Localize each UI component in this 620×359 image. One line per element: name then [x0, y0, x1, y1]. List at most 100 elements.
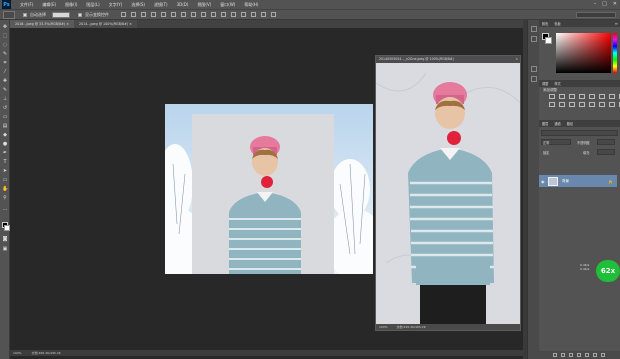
lasso-tool-icon[interactable]: ◌ [2, 42, 8, 48]
color-bg-swatch[interactable] [545, 37, 552, 44]
maximize-button[interactable]: □ [602, 1, 607, 7]
minimize-button[interactable]: – [594, 1, 597, 7]
new-adjustment-icon[interactable] [577, 353, 581, 357]
curves-icon[interactable] [569, 94, 575, 99]
3d-mode-icon[interactable] [251, 12, 256, 17]
distribute-top-icon[interactable] [181, 12, 186, 17]
panel-menu-icon[interactable]: ≡ [615, 21, 618, 26]
align-middle-icon[interactable] [131, 12, 136, 17]
menu-layer[interactable]: 图层(L) [86, 2, 99, 8]
swatches-panel-icon[interactable] [531, 66, 537, 72]
marquee-tool-icon[interactable]: ⬚ [2, 33, 8, 39]
tab-swatches[interactable]: 色板 [551, 21, 563, 26]
photo-filter-icon[interactable] [549, 102, 555, 107]
brush-tool-icon[interactable]: ✎ [2, 87, 8, 93]
speed-badge[interactable]: 62x [596, 260, 620, 282]
path-select-tool-icon[interactable]: ➤ [2, 168, 8, 174]
tab-layers[interactable]: 图层 [539, 121, 551, 126]
crop-tool-icon[interactable]: ⌗ [2, 60, 8, 66]
align-center-icon[interactable] [161, 12, 166, 17]
distribute-right-icon[interactable] [231, 12, 236, 17]
menu-edit[interactable]: 编辑(E) [42, 2, 56, 8]
document-2-window[interactable]: 20140505054..._n2Gne.jpeg @ 100%(RGB/8#)… [375, 55, 521, 331]
distribute-middle-icon[interactable] [191, 12, 196, 17]
document-2-close-button[interactable]: × [515, 56, 518, 63]
new-layer-icon[interactable] [593, 353, 597, 357]
document-2-zoom[interactable]: 100% [379, 325, 388, 329]
layer-filter-row[interactable] [541, 130, 618, 136]
add-mask-icon[interactable] [569, 353, 573, 357]
clone-stamp-tool-icon[interactable]: ⊥ [2, 96, 8, 102]
fill-field[interactable] [597, 149, 615, 155]
main-zoom[interactable]: 100% [13, 350, 22, 356]
distribute-center-icon[interactable] [221, 12, 226, 17]
channel-mixer-icon[interactable] [559, 102, 565, 107]
layer-style-icon[interactable] [561, 353, 565, 357]
gradient-map-icon[interactable] [609, 102, 615, 107]
menu-help[interactable]: 帮助(H) [244, 2, 258, 8]
levels-icon[interactable] [559, 94, 565, 99]
opacity-field[interactable] [597, 139, 615, 145]
pen-tool-icon[interactable]: ✒ [2, 150, 8, 156]
3d-rotate-icon[interactable] [261, 12, 266, 17]
doc-tab-1[interactable]: 2016...jpeg @ 33.3%(RGB/8#) × [10, 20, 74, 28]
distribute-bottom-icon[interactable] [201, 12, 206, 17]
color-balance-icon[interactable] [609, 94, 615, 99]
type-tool-icon[interactable]: T [2, 159, 8, 165]
workspace-switcher[interactable] [576, 12, 616, 18]
align-right-icon[interactable] [171, 12, 176, 17]
tab-color[interactable]: 颜色 [539, 21, 551, 26]
align-left-icon[interactable] [151, 12, 156, 17]
vibrance-icon[interactable] [589, 94, 595, 99]
posterize-icon[interactable] [589, 102, 595, 107]
hue-slider[interactable] [613, 33, 617, 73]
auto-select-checkbox[interactable] [23, 12, 27, 17]
link-layers-icon[interactable] [553, 353, 557, 357]
menu-file[interactable]: 文件(F) [20, 2, 33, 8]
menu-select[interactable]: 选择(S) [131, 2, 145, 8]
document-2-titlebar[interactable]: 20140505054..._n2Gne.jpeg @ 100%(RGB/8#)… [376, 56, 520, 63]
delete-layer-icon[interactable] [601, 353, 605, 357]
document-1-canvas[interactable] [155, 104, 385, 279]
distribute-left-icon[interactable] [211, 12, 216, 17]
screen-mode-icon[interactable]: ▣ [2, 246, 8, 252]
align-bottom-icon[interactable] [141, 12, 146, 17]
tab-adjustments[interactable]: 调整 [539, 81, 551, 86]
menu-3d[interactable]: 3D(D) [177, 2, 189, 7]
quick-select-tool-icon[interactable]: ✎ [2, 51, 8, 57]
menu-view[interactable]: 视图(V) [197, 2, 211, 8]
character-panel-icon[interactable] [531, 76, 537, 82]
tab-paths[interactable]: 路径 [564, 121, 576, 126]
blur-tool-icon[interactable]: ◆ [2, 132, 8, 138]
new-group-icon[interactable] [585, 353, 589, 357]
color-picker-field[interactable] [556, 33, 611, 73]
menu-filter[interactable]: 滤镜(T) [154, 2, 168, 8]
threshold-icon[interactable] [599, 102, 605, 107]
menu-image[interactable]: 图像(I) [65, 2, 77, 8]
move-tool-icon[interactable]: ✥ [2, 24, 8, 30]
gradient-tool-icon[interactable]: ▤ [2, 123, 8, 129]
menu-window[interactable]: 窗口(W) [220, 2, 235, 8]
history-brush-tool-icon[interactable]: ↺ [2, 105, 8, 111]
quick-mask-icon[interactable]: ◙ [2, 236, 8, 242]
move-tool-preset[interactable] [3, 10, 15, 19]
close-button[interactable]: ✕ [613, 1, 617, 7]
zoom-tool-icon[interactable]: ⚲ [2, 195, 8, 201]
eraser-tool-icon[interactable]: ▭ [2, 114, 8, 120]
tab-styles[interactable]: 样式 [551, 81, 563, 86]
auto-select-target[interactable] [52, 11, 70, 18]
align-top-icon[interactable] [121, 12, 126, 17]
doc-tab-2[interactable]: 2014...jpeg @ 100%(RGB/8#) × [74, 20, 137, 28]
hand-tool-icon[interactable]: ✋ [2, 186, 8, 192]
visibility-eye-icon[interactable]: ◉ [541, 179, 547, 184]
auto-align-icon[interactable] [241, 12, 246, 17]
healing-brush-tool-icon[interactable]: ✚ [2, 78, 8, 84]
dodge-tool-icon[interactable]: ● [2, 141, 8, 147]
3d-pan-icon[interactable] [271, 12, 276, 17]
more-tools-icon[interactable]: … [2, 206, 8, 212]
exposure-icon[interactable] [579, 94, 585, 99]
properties-panel-icon[interactable] [531, 36, 537, 42]
hue-sat-icon[interactable] [599, 94, 605, 99]
eyedropper-tool-icon[interactable]: ⁄ [2, 69, 8, 75]
invert-icon[interactable] [579, 102, 585, 107]
